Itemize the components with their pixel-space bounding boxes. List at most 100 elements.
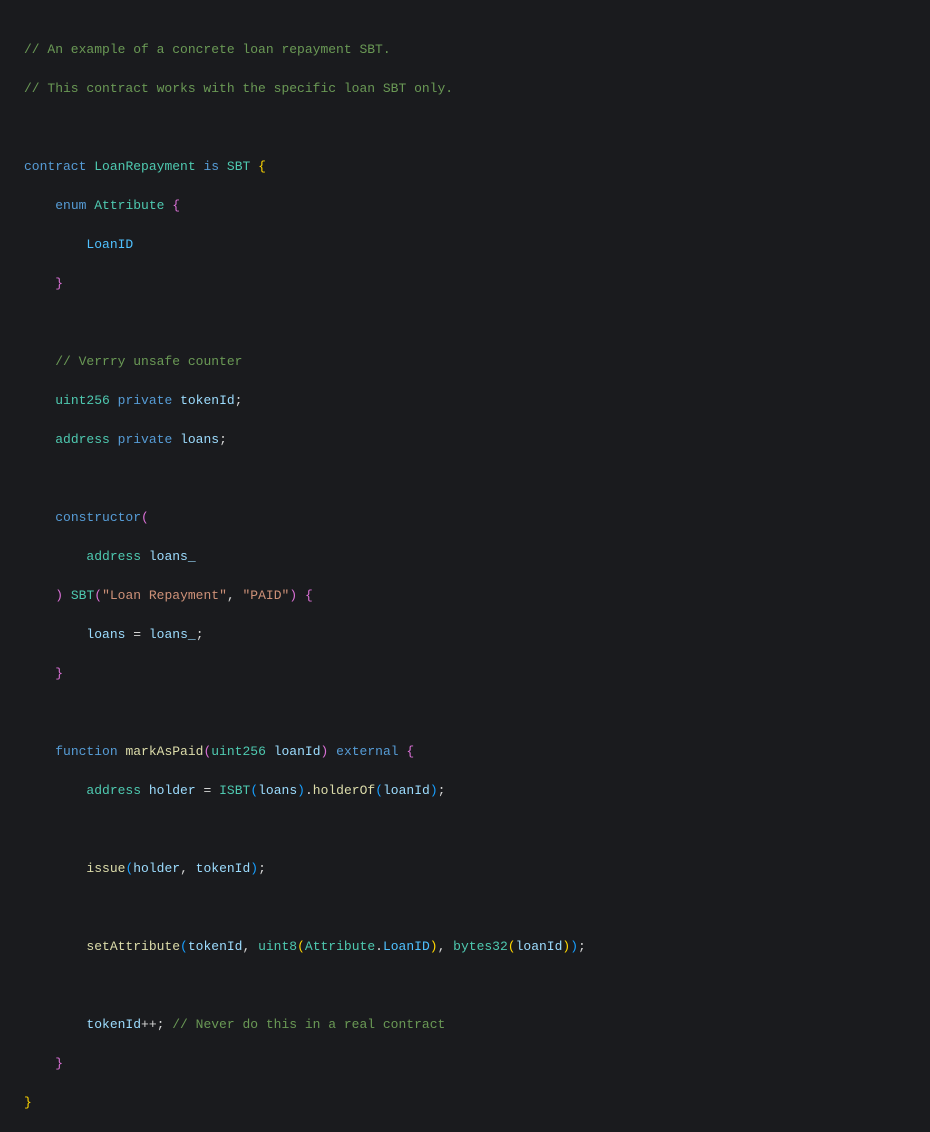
code-line — [20, 703, 910, 723]
code-line: ) SBT("Loan Repayment", "PAID") { — [20, 586, 910, 606]
punct: . — [375, 939, 383, 954]
code-line: setAttribute(tokenId, uint8(Attribute.Lo… — [20, 937, 910, 957]
code-line: } — [20, 664, 910, 684]
type-name: Attribute — [94, 198, 164, 213]
punct: ; — [196, 627, 204, 642]
keyword: constructor — [55, 510, 141, 525]
brace: ( — [180, 939, 188, 954]
code-line: constructor( — [20, 508, 910, 528]
code-line — [20, 898, 910, 918]
type-name: address — [86, 549, 141, 564]
brace: ) — [562, 939, 570, 954]
code-line: LoanID — [20, 235, 910, 255]
code-block: // An example of a concrete loan repayme… — [20, 20, 910, 1132]
keyword: function — [55, 744, 117, 759]
type-name: address — [86, 783, 141, 798]
variable: tokenId — [196, 861, 251, 876]
brace: ( — [94, 588, 102, 603]
variable: loans — [86, 627, 125, 642]
brace: { — [305, 588, 313, 603]
brace: } — [55, 1056, 63, 1071]
brace: ( — [125, 861, 133, 876]
type-name: SBT — [227, 159, 250, 174]
variable: tokenId — [180, 393, 235, 408]
comment-text: // Verrry unsafe counter — [55, 354, 242, 369]
punct: ; — [438, 783, 446, 798]
code-line — [20, 469, 910, 489]
type-name: ISBT — [219, 783, 250, 798]
brace: ) — [430, 783, 438, 798]
brace: ) — [289, 588, 297, 603]
code-line: loans = loans_; — [20, 625, 910, 645]
parameter: loans_ — [149, 627, 196, 642]
code-line: address private loans; — [20, 430, 910, 450]
brace: } — [55, 666, 63, 681]
function-name: markAsPaid — [125, 744, 203, 759]
code-line — [20, 118, 910, 138]
punct: ; — [258, 861, 266, 876]
brace: ( — [203, 744, 211, 759]
punct: , — [242, 939, 258, 954]
punct: ++; — [141, 1017, 164, 1032]
keyword: enum — [55, 198, 86, 213]
brace: } — [24, 1095, 32, 1110]
string-literal: "PAID" — [243, 588, 290, 603]
code-line: tokenId++; // Never do this in a real co… — [20, 1015, 910, 1035]
punct: = — [203, 783, 211, 798]
keyword: private — [118, 432, 173, 447]
punct: , — [180, 861, 196, 876]
punct: . — [305, 783, 313, 798]
brace: } — [55, 276, 63, 291]
type-name: Attribute — [305, 939, 375, 954]
code-line — [20, 976, 910, 996]
brace: ) — [55, 588, 63, 603]
variable: tokenId — [86, 1017, 141, 1032]
variable: loans — [180, 432, 219, 447]
keyword: contract — [24, 159, 86, 174]
enum-member: LoanID — [86, 237, 133, 252]
code-line: contract LoanRepayment is SBT { — [20, 157, 910, 177]
code-line: address loans_ — [20, 547, 910, 567]
variable: holder — [133, 861, 180, 876]
string-literal: "Loan Repayment" — [102, 588, 227, 603]
variable: holder — [149, 783, 196, 798]
variable: tokenId — [188, 939, 243, 954]
brace: { — [172, 198, 180, 213]
code-line: // An example of a concrete loan repayme… — [20, 40, 910, 60]
parameter: loanId — [274, 744, 321, 759]
code-line: address holder = ISBT(loans).holderOf(lo… — [20, 781, 910, 801]
punct: , — [227, 588, 243, 603]
brace: ) — [250, 861, 258, 876]
brace: ) — [297, 783, 305, 798]
brace: ( — [141, 510, 149, 525]
brace: ) — [570, 939, 578, 954]
enum-member: LoanID — [383, 939, 430, 954]
code-line: } — [20, 274, 910, 294]
comment-text: // An example of a concrete loan repayme… — [24, 42, 391, 57]
parameter: loans_ — [149, 549, 196, 564]
code-line: enum Attribute { — [20, 196, 910, 216]
parameter: loanId — [516, 939, 563, 954]
code-line: } — [20, 1093, 910, 1113]
brace: ( — [297, 939, 305, 954]
code-line: } — [20, 1054, 910, 1074]
type-name: uint8 — [258, 939, 297, 954]
brace: ( — [250, 783, 258, 798]
code-line: // Verrry unsafe counter — [20, 352, 910, 372]
brace: { — [406, 744, 414, 759]
keyword: external — [336, 744, 398, 759]
variable: loans — [258, 783, 297, 798]
function-name: setAttribute — [86, 939, 180, 954]
code-line: issue(holder, tokenId); — [20, 859, 910, 879]
code-line — [20, 820, 910, 840]
code-line: function markAsPaid(uint256 loanId) exte… — [20, 742, 910, 762]
function-name: holderOf — [313, 783, 375, 798]
comment-text: // This contract works with the specific… — [24, 81, 453, 96]
punct: ; — [578, 939, 586, 954]
code-line: // This contract works with the specific… — [20, 79, 910, 99]
function-name: issue — [86, 861, 125, 876]
type-name: LoanRepayment — [94, 159, 195, 174]
punct: ; — [235, 393, 243, 408]
keyword: is — [203, 159, 219, 174]
brace: ) — [321, 744, 329, 759]
